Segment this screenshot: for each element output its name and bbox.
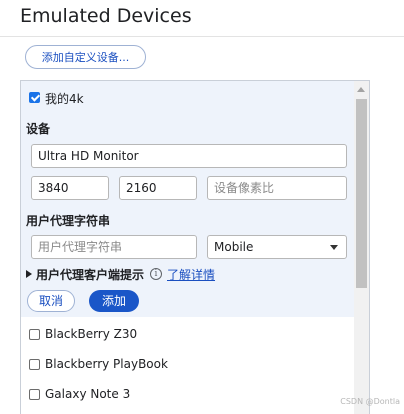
expand-triangle-icon[interactable] xyxy=(26,270,32,278)
device-checkbox[interactable] xyxy=(29,359,40,370)
user-agent-section-label: 用户代理字符串 xyxy=(26,214,111,228)
cancel-button[interactable]: 取消 xyxy=(27,290,75,312)
device-item-label: Galaxy Note 3 xyxy=(45,387,131,401)
user-agent-input[interactable]: 用户代理字符串 xyxy=(31,235,197,259)
device-item-label: BlackBerry Z30 xyxy=(45,327,138,341)
custom-device-editor: 我的4k 设备 Ultra HD Monitor 3840 2160 设备像素比… xyxy=(21,81,354,317)
device-checkbox[interactable] xyxy=(29,329,40,340)
chevron-down-icon xyxy=(330,245,338,250)
device-item-label: Blackberry PlayBook xyxy=(45,357,168,371)
add-button[interactable]: 添加 xyxy=(89,290,139,312)
device-checkbox[interactable] xyxy=(29,389,40,400)
device-pixel-ratio-input[interactable]: 设备像素比 xyxy=(207,176,347,200)
device-enabled-label: 我的4k xyxy=(45,92,84,106)
title-divider xyxy=(0,36,404,37)
scrollbar-thumb[interactable] xyxy=(356,99,367,288)
device-width-input[interactable]: 3840 xyxy=(31,176,109,200)
watermark: CSDN @Dontla xyxy=(340,397,400,406)
add-custom-device-button[interactable]: 添加自定义设备... xyxy=(25,45,146,69)
device-section-label: 设备 xyxy=(26,122,51,136)
device-enabled-checkbox[interactable] xyxy=(29,92,40,103)
device-name-input[interactable]: Ultra HD Monitor xyxy=(31,144,347,168)
user-agent-type-value: Mobile xyxy=(214,240,254,254)
learn-more-link[interactable]: 了解详情 xyxy=(167,266,215,283)
user-agent-type-select[interactable]: Mobile xyxy=(207,235,347,259)
device-height-input[interactable]: 2160 xyxy=(119,176,197,200)
client-hints-label[interactable]: 用户代理客户端提示 xyxy=(36,266,144,283)
panel-title: Emulated Devices xyxy=(20,5,192,27)
vertical-scrollbar[interactable] xyxy=(354,81,369,414)
info-icon: i xyxy=(150,268,162,280)
device-list[interactable]: 我的4k 设备 Ultra HD Monitor 3840 2160 设备像素比… xyxy=(20,80,370,414)
scroll-up-arrow-icon[interactable] xyxy=(357,87,365,92)
